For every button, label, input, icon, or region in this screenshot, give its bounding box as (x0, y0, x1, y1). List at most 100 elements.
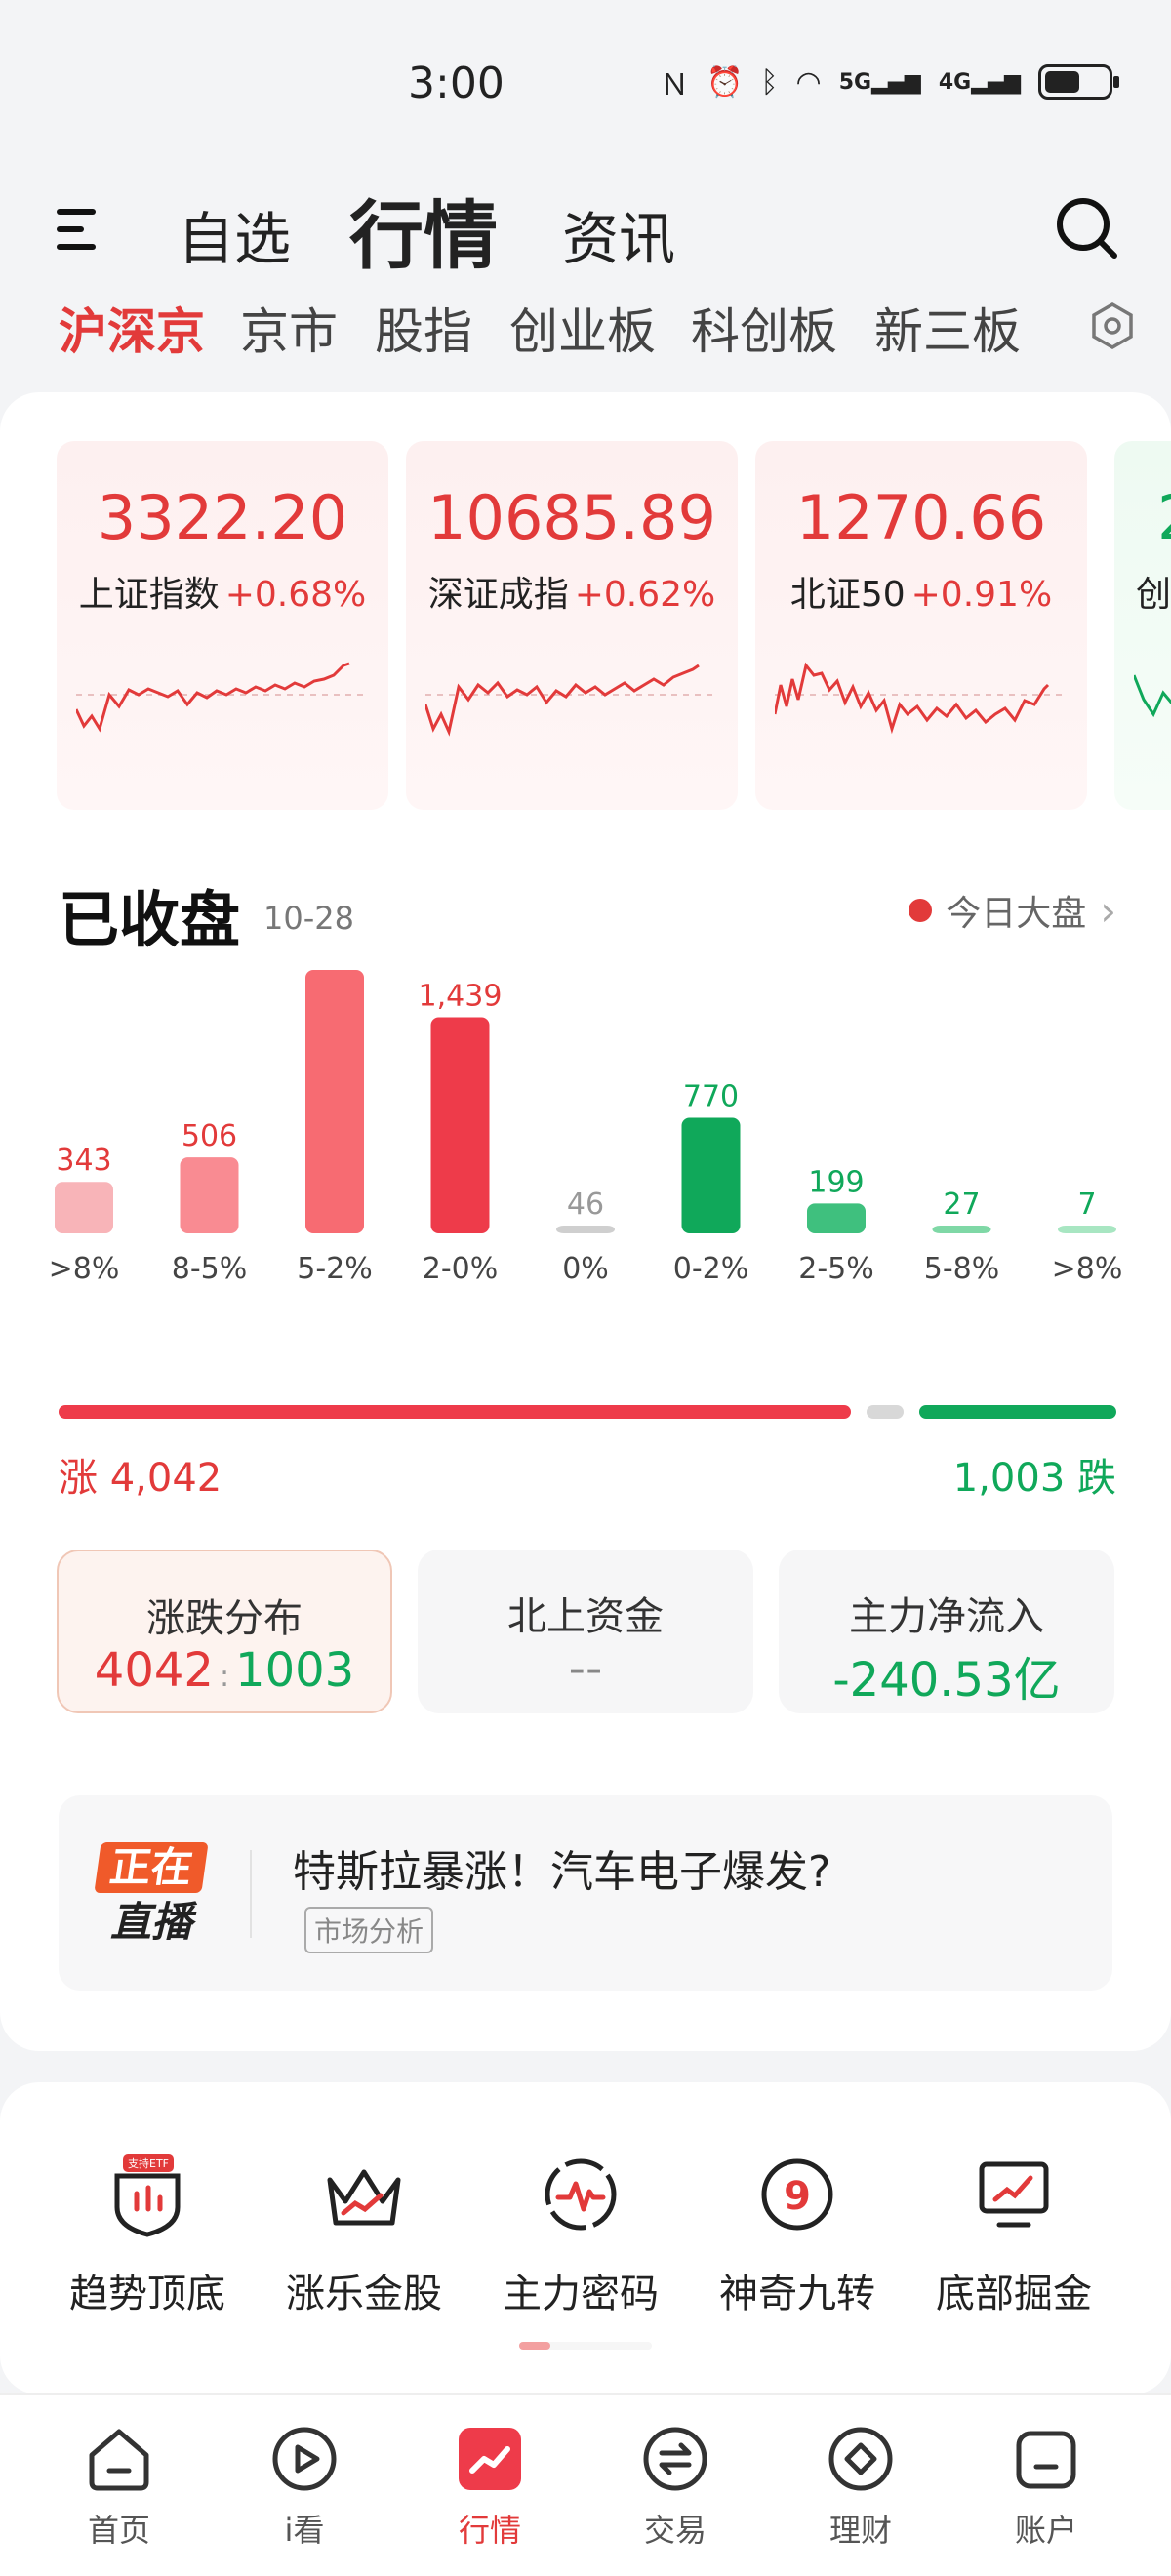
distribution-value-label: 506 (182, 1119, 237, 1153)
distribution-bar (932, 1226, 991, 1233)
tab-watchlist[interactable]: 自选 (178, 193, 291, 275)
distribution-category-label: >8% (1052, 1252, 1123, 1286)
chevron-right-icon: › (1100, 886, 1116, 935)
live-title: 特斯拉暴涨！汽车电子爆发? (293, 1847, 831, 1897)
diamond-icon (828, 2427, 893, 2491)
monitor-chart-icon (979, 2161, 1049, 2228)
fall-count-label: 1,003 跌 (952, 1456, 1116, 1501)
market-tab-shsz[interactable]: 沪深京 (59, 293, 205, 363)
status-time: 3:00 (408, 59, 505, 108)
bottom-nav-account[interactable]: 账户 (978, 2422, 1114, 2551)
tool-trend-top-bottom[interactable]: 支持ETF 趋势顶底 (39, 2151, 256, 2318)
wifi-icon: ◠ (795, 64, 822, 100)
account-icon (1016, 2431, 1076, 2489)
live-dot-icon (909, 899, 933, 922)
signal-5g-icon: 5G▂▄▆ (838, 69, 921, 95)
tools-scroll-indicator (519, 2342, 652, 2350)
ratio-rise-segment (59, 1405, 852, 1419)
distribution-category-label: >8% (49, 1252, 120, 1286)
market-overview-card: 3322.20 上证指数 +0.68% 10685.89 深证成指 +0.62% 1… (0, 392, 1171, 2051)
index-sparkline (425, 664, 718, 737)
tools-card: 支持ETF 趋势顶底 涨乐金股 主力密码 9 神奇九转 底部掘金 (0, 2082, 1171, 2395)
index-card-bj50[interactable]: 1270.66 北证50 +0.91% (755, 441, 1087, 810)
distribution-bar (807, 1203, 866, 1233)
rise-fall-ratio-bar (59, 1405, 1116, 1419)
live-tag: 市场分析 (304, 1907, 434, 1953)
exchange-icon (643, 2427, 707, 2491)
stat-northbound-funds[interactable]: 北上资金 -- (418, 1550, 753, 1713)
distribution-value-label: 199 (808, 1165, 864, 1199)
live-badge-icon: 正在 直播 (94, 1842, 209, 1948)
distribution-value-label: 7 (1077, 1187, 1096, 1222)
crown-icon (327, 2169, 401, 2226)
market-tabs: 沪深京 京市 股指 创业板 科创板 新三板 (0, 293, 1171, 371)
bottom-nav-trade[interactable]: 交易 (607, 2422, 744, 2551)
home-icon (89, 2429, 149, 2491)
distribution-value-label: 1,439 (419, 979, 503, 1013)
nine-circle-icon: 9 (761, 2158, 833, 2231)
bottom-nav: 首页 i看 行情 交易 理财 账户 (0, 2393, 1171, 2576)
tool-zhangle-gold[interactable]: 涨乐金股 (256, 2151, 472, 2318)
distribution-category-label: 8-5% (172, 1252, 248, 1286)
change-distribution-chart[interactable]: 343>8%5068-5%1,7545-2%1,4392-0%460%7700-… (0, 968, 1171, 1290)
market-tab-bj[interactable]: 京市 (240, 293, 338, 363)
market-tab-star[interactable]: 科创板 (691, 293, 837, 363)
bottom-nav-home[interactable]: 首页 (51, 2422, 187, 2551)
settings-icon[interactable] (1087, 301, 1138, 351)
distribution-value-label: 27 (943, 1187, 980, 1222)
nfc-icon: Ｎ (660, 68, 690, 102)
tool-bottom-gold[interactable]: 底部掘金 (906, 2151, 1122, 2318)
distribution-value-label: 770 (683, 1079, 739, 1113)
market-tab-chinext[interactable]: 创业板 (509, 293, 656, 363)
distribution-category-label: 2-5% (798, 1252, 874, 1286)
distribution-category-label: 5-8% (924, 1252, 1000, 1286)
svg-text:9: 9 (784, 2174, 811, 2219)
stat-main-net-inflow[interactable]: 主力净流入 -240.53亿 (779, 1550, 1114, 1713)
distribution-bar (1058, 1226, 1116, 1233)
index-card-sse[interactable]: 3322.20 上证指数 +0.68% (57, 441, 388, 810)
tab-market[interactable]: 行情 (349, 176, 498, 283)
market-status-date: 10-28 (263, 900, 354, 937)
status-bar: 3:00 Ｎ ⏰ ᛒ ◠ 5G▂▄▆ 4G▂▄▆ (0, 0, 1171, 166)
pulse-circle-icon (545, 2158, 617, 2231)
distribution-value-label: 343 (56, 1144, 111, 1178)
tool-magic-nine[interactable]: 9 神奇九转 (689, 2151, 906, 2318)
today-market-link[interactable]: 今日大盘 › (909, 885, 1116, 936)
play-icon (272, 2427, 337, 2491)
trend-shield-icon: 支持ETF (114, 2154, 181, 2237)
distribution-category-label: 0-2% (673, 1252, 749, 1286)
distribution-category-label: 5-2% (297, 1252, 373, 1286)
market-tab-index[interactable]: 股指 (375, 293, 472, 363)
market-tab-neeq[interactable]: 新三板 (874, 293, 1021, 363)
distribution-bar (180, 1157, 239, 1233)
index-sparkline (775, 662, 1068, 735)
distribution-bar (556, 1226, 615, 1233)
menu-icon[interactable] (57, 205, 100, 252)
distribution-category-label: 2-0% (423, 1252, 499, 1286)
svg-text:支持ETF: 支持ETF (128, 2156, 169, 2170)
distribution-value-label: 46 (567, 1187, 604, 1222)
index-card-chinext[interactable]: 2 创 (1114, 441, 1171, 810)
alarm-icon: ⏰ (707, 64, 744, 100)
ratio-fall-segment (919, 1405, 1116, 1419)
market-icon (459, 2428, 521, 2490)
distribution-bar (681, 1117, 741, 1233)
rise-count-label: 涨 4,042 (59, 1456, 222, 1501)
top-nav: 自选 行情 资讯 (0, 166, 1171, 293)
stat-rise-fall-distribution[interactable]: 涨跌分布 4042:1003 (57, 1550, 392, 1713)
status-icons: Ｎ ⏰ ᛒ ◠ 5G▂▄▆ 4G▂▄▆ (660, 60, 1119, 103)
bottom-nav-wealth[interactable]: 理财 (792, 2422, 929, 2551)
index-sparkline (76, 662, 369, 733)
search-icon[interactable] (1052, 193, 1120, 262)
live-stream-banner[interactable]: 正在 直播 特斯拉暴涨！汽车电子爆发? 市场分析 (59, 1795, 1112, 1991)
index-card-szse[interactable]: 10685.89 深证成指 +0.62% (406, 441, 738, 810)
bottom-nav-ikan[interactable]: i看 (236, 2422, 373, 2551)
ratio-flat-segment (867, 1405, 905, 1419)
bottom-nav-market[interactable]: 行情 (422, 2422, 558, 2551)
battery-icon (1038, 64, 1119, 100)
bluetooth-icon: ᛒ (760, 64, 779, 100)
tool-main-force-code[interactable]: 主力密码 (472, 2151, 689, 2318)
tab-news[interactable]: 资讯 (562, 193, 675, 275)
distribution-category-label: 0% (562, 1252, 609, 1286)
distribution-bar (430, 1017, 490, 1233)
